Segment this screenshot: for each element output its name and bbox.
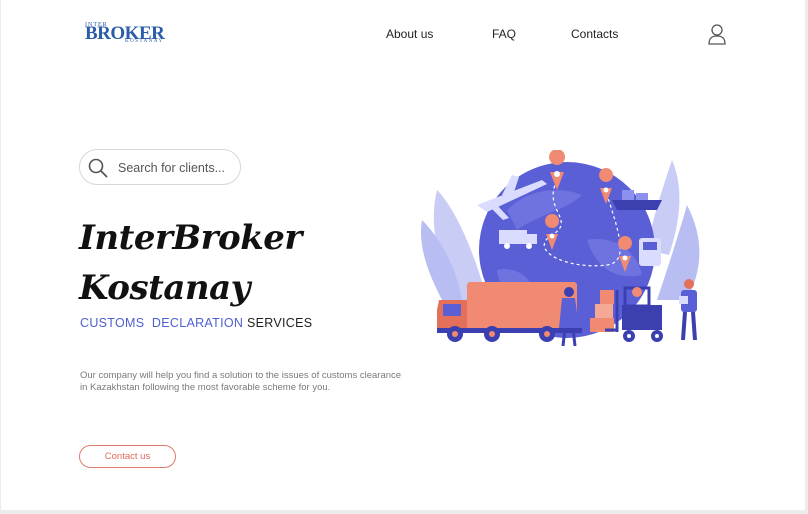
tagline: CUSTOMS DECLARATION SERVICES bbox=[80, 316, 312, 330]
contact-us-button[interactable]: Contact us bbox=[79, 445, 176, 468]
nav-about-us[interactable]: About us bbox=[386, 27, 433, 41]
user-icon[interactable] bbox=[707, 23, 727, 45]
search-icon[interactable] bbox=[88, 158, 108, 178]
logo[interactable]: INTER BROKER KOSTANAY bbox=[83, 18, 173, 46]
nav-faq[interactable]: FAQ bbox=[492, 27, 516, 41]
tagline-services: SERVICES bbox=[246, 316, 313, 330]
hero-title-line1: InterBroker bbox=[79, 218, 302, 258]
landing-page: INTER BROKER KOSTANAY About us FAQ Conta… bbox=[1, 0, 805, 510]
hero-title-line2: Kostanay bbox=[79, 268, 250, 308]
tagline-highlight: CUSTOMS DECLARATION bbox=[80, 316, 244, 330]
hero-description: Our company will help you find a solutio… bbox=[80, 370, 402, 393]
logo-sub-text: KOSTANAY bbox=[125, 39, 164, 44]
search-box bbox=[79, 149, 241, 185]
nav-contacts[interactable]: Contacts bbox=[571, 27, 618, 41]
search-input[interactable] bbox=[118, 158, 236, 178]
logistics-illustration bbox=[421, 150, 700, 347]
hero-title: InterBroker Kostanay bbox=[79, 213, 302, 313]
